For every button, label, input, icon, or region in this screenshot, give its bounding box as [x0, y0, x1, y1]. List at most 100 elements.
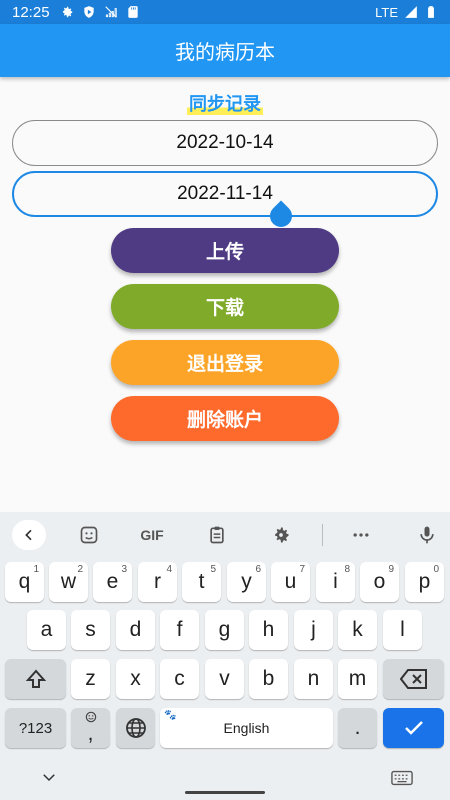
- no-signal-icon: [104, 6, 117, 18]
- chevron-left-icon: [25, 529, 32, 541]
- key-hint: 9: [388, 564, 394, 575]
- key-hint: 5: [210, 564, 216, 575]
- clipboard-icon: [210, 526, 224, 544]
- key-k[interactable]: k: [338, 610, 377, 650]
- app-bar: 我的病历本: [0, 24, 450, 77]
- microphone-icon: [420, 526, 434, 544]
- space-label: English: [223, 720, 270, 736]
- emoji-icon: [85, 711, 96, 723]
- key-q[interactable]: q1: [5, 562, 44, 602]
- key-hint: 1: [33, 564, 39, 575]
- key-label: t: [198, 570, 205, 593]
- key-u[interactable]: u7: [271, 562, 310, 602]
- backspace-icon: [399, 669, 427, 689]
- more-options-button[interactable]: [346, 520, 376, 550]
- shift-icon: [25, 669, 46, 688]
- paw-icon: 🐾: [164, 710, 177, 721]
- key-label: o: [373, 570, 386, 593]
- key-label: w: [60, 570, 77, 593]
- key-hint: 0: [433, 564, 439, 575]
- network-type: LTE: [375, 4, 398, 20]
- checkmark-icon: [404, 721, 423, 735]
- key-s[interactable]: s: [71, 610, 110, 650]
- key-label: e: [106, 570, 119, 593]
- key-w[interactable]: w2: [49, 562, 88, 602]
- key-f[interactable]: f: [160, 610, 199, 650]
- key-l[interactable]: l: [383, 610, 422, 650]
- key-d[interactable]: d: [116, 610, 155, 650]
- logout-button[interactable]: 退出登录: [111, 340, 339, 385]
- gesture-pill[interactable]: [185, 791, 265, 794]
- globe-icon: [125, 718, 146, 738]
- clipboard-button[interactable]: [202, 520, 232, 550]
- delete-account-button[interactable]: 删除账户: [111, 396, 339, 441]
- key-z[interactable]: z: [71, 659, 110, 699]
- sync-title-text: 同步记录: [187, 94, 263, 115]
- end-date-field[interactable]: 2022-11-14: [12, 171, 438, 217]
- gif-label: GIF: [140, 527, 164, 543]
- battery-icon: [428, 6, 434, 18]
- key-y[interactable]: y6: [227, 562, 266, 602]
- key-o[interactable]: o9: [360, 562, 399, 602]
- start-date-value: 2022-10-14: [176, 132, 274, 153]
- key-hint: 6: [255, 564, 261, 575]
- signal-icon: [405, 6, 417, 18]
- shift-key[interactable]: [5, 659, 66, 699]
- toolbar-divider: [322, 524, 323, 546]
- comma-key[interactable]: ,: [71, 708, 110, 748]
- end-date-value: 2022-11-14: [177, 183, 273, 204]
- key-label: u: [284, 570, 297, 593]
- download-button[interactable]: 下载: [111, 284, 339, 329]
- key-label: y: [241, 570, 252, 593]
- keyboard-switch-icon[interactable]: [391, 770, 413, 786]
- start-date-field[interactable]: 2022-10-14: [12, 120, 438, 166]
- chevron-down-icon[interactable]: [40, 768, 58, 786]
- sticker-icon: [80, 526, 98, 544]
- key-m[interactable]: m: [338, 659, 377, 699]
- sync-section-title: 同步记录: [0, 90, 450, 116]
- sticker-button[interactable]: [74, 520, 104, 550]
- key-i[interactable]: i8: [316, 562, 355, 602]
- voice-input-button[interactable]: [412, 520, 442, 550]
- key-hint: 8: [344, 564, 350, 575]
- key-a[interactable]: a: [27, 610, 66, 650]
- key-h[interactable]: h: [249, 610, 288, 650]
- comma-label: ,: [87, 722, 94, 745]
- key-g[interactable]: g: [205, 610, 244, 650]
- key-n[interactable]: n: [294, 659, 333, 699]
- gif-button[interactable]: GIF: [134, 520, 170, 550]
- key-label: q: [18, 570, 31, 593]
- upload-button[interactable]: 上传: [111, 228, 339, 273]
- more-horizontal-icon: [353, 533, 369, 537]
- soft-keyboard: GIF q1 w2 e3 r4 t5 y6 u7 i8 o9 p0 a s d …: [0, 512, 450, 800]
- key-j[interactable]: j: [294, 610, 333, 650]
- key-hint: 2: [77, 564, 83, 575]
- key-c[interactable]: c: [160, 659, 199, 699]
- key-hint: 4: [166, 564, 172, 575]
- keyboard-back-button[interactable]: [12, 520, 46, 550]
- key-e[interactable]: e3: [93, 562, 132, 602]
- key-label: i: [333, 570, 338, 593]
- key-label: r: [154, 570, 161, 593]
- key-t[interactable]: t5: [182, 562, 221, 602]
- gear-icon: [275, 527, 289, 543]
- key-hint: 3: [121, 564, 127, 575]
- status-time: 12:25: [12, 3, 50, 21]
- key-v[interactable]: v: [205, 659, 244, 699]
- keyboard-toolbar: GIF: [0, 512, 450, 558]
- status-bar: 12:25 LTE: [0, 0, 450, 24]
- key-x[interactable]: x: [116, 659, 155, 699]
- language-key[interactable]: [116, 708, 155, 748]
- period-key[interactable]: .: [338, 708, 377, 748]
- backspace-key[interactable]: [383, 659, 444, 699]
- page-title: 我的病历本: [175, 40, 275, 64]
- key-p[interactable]: p0: [405, 562, 444, 602]
- key-hint: 7: [299, 564, 305, 575]
- keyboard-settings-button[interactable]: [266, 520, 296, 550]
- enter-key[interactable]: [383, 708, 444, 748]
- gear-icon: [62, 6, 72, 18]
- key-b[interactable]: b: [249, 659, 288, 699]
- symbols-key[interactable]: ?123: [5, 708, 66, 748]
- space-key[interactable]: 🐾 English: [160, 708, 333, 748]
- key-r[interactable]: r4: [138, 562, 177, 602]
